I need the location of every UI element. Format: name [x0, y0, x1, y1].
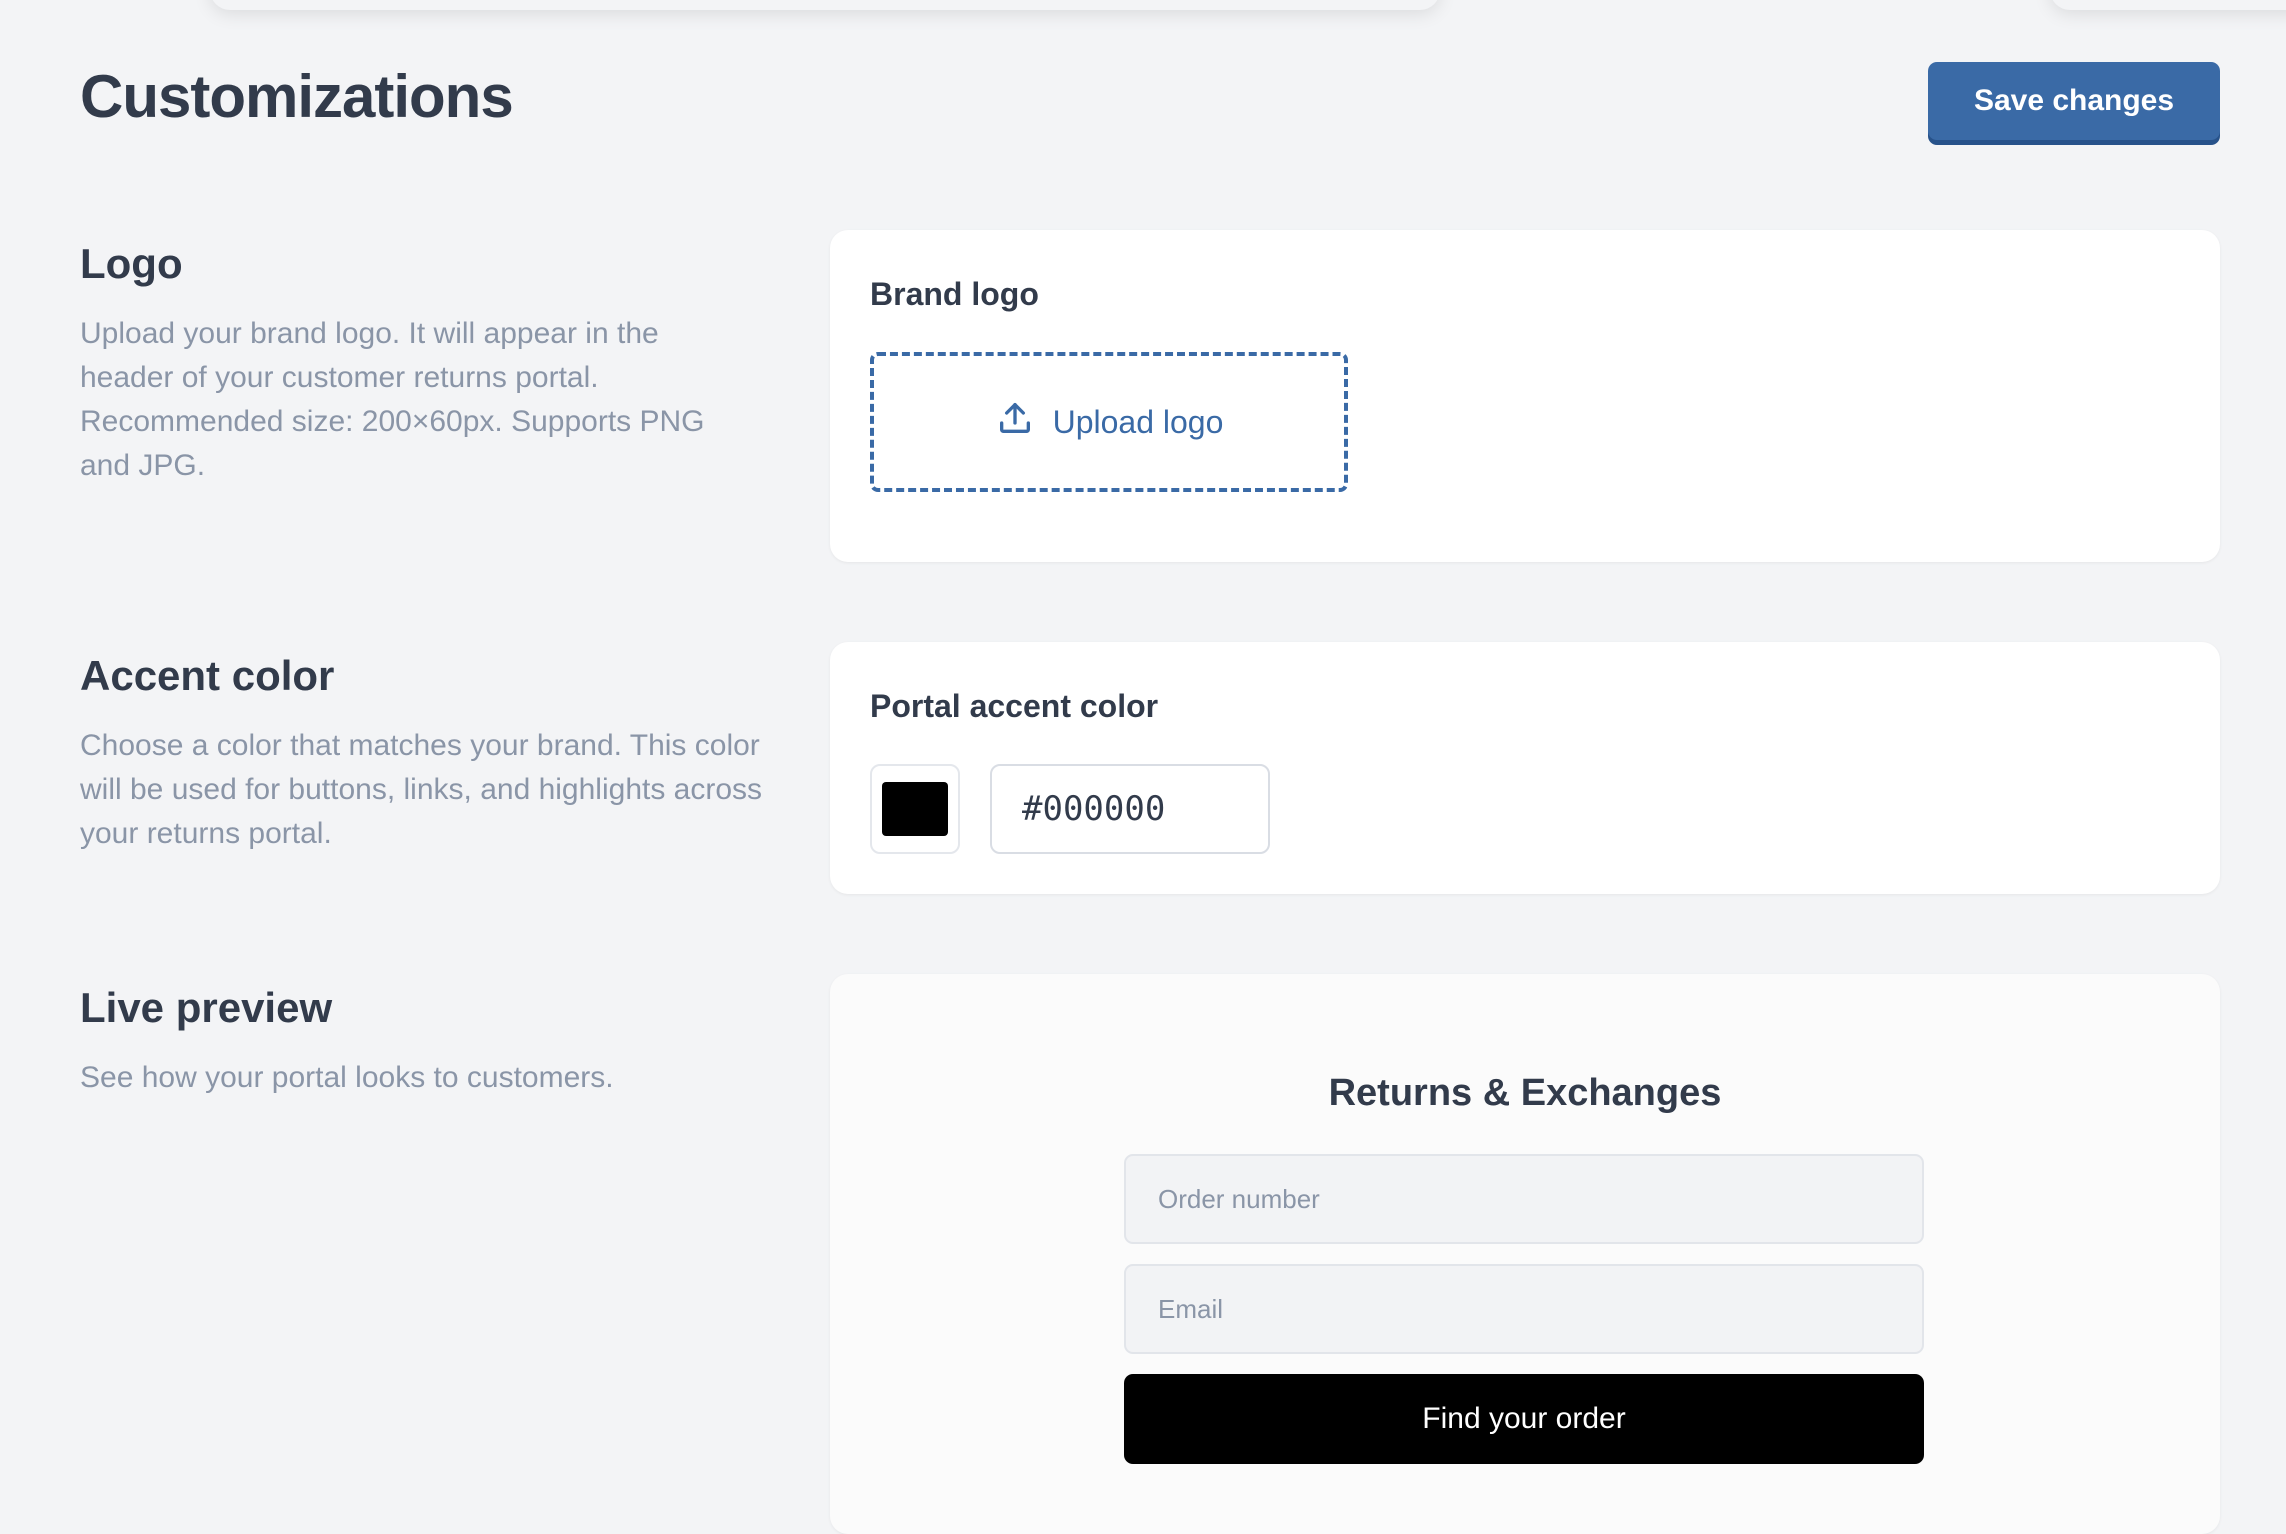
accent-section-title: Accent color [80, 652, 335, 699]
hex-color-input[interactable]: #000000 [990, 764, 1270, 854]
find-order-button[interactable]: Find your order [1124, 1374, 1924, 1464]
upload-logo-dropzone[interactable]: Upload logo [870, 352, 1348, 492]
save-changes-button[interactable]: Save changes [1928, 62, 2220, 140]
color-swatch [882, 782, 948, 836]
email-field[interactable]: Email [1124, 1264, 1924, 1354]
top-bar-shadow-right [2050, 0, 2286, 10]
brand-logo-label: Brand logo [870, 276, 1039, 312]
accent-section-description: Choose a color that matches your brand. … [80, 729, 763, 850]
order-number-field[interactable]: Order number [1124, 1154, 1924, 1244]
logo-section-description: Upload your brand logo. It will appear i… [80, 317, 705, 482]
brand-logo-card: Brand logo Upload logo [830, 230, 2220, 562]
live-preview-card: Returns & Exchanges Order number Email F… [830, 974, 2220, 1534]
page-title: Customizations [80, 63, 514, 130]
accent-color-card: Portal accent color #000000 [830, 642, 2220, 894]
upload-icon [995, 398, 1035, 446]
portal-accent-color-label: Portal accent color [870, 688, 1159, 724]
preview-section-title: Live preview [80, 984, 333, 1031]
portal-title: Returns & Exchanges [1328, 1072, 1722, 1114]
color-picker-button[interactable] [870, 764, 960, 854]
upload-logo-label: Upload logo [1052, 403, 1224, 440]
logo-section-title: Logo [80, 240, 183, 287]
top-bar-shadow [210, 0, 1440, 10]
preview-section-description: See how your portal looks to customers. [80, 1061, 614, 1094]
